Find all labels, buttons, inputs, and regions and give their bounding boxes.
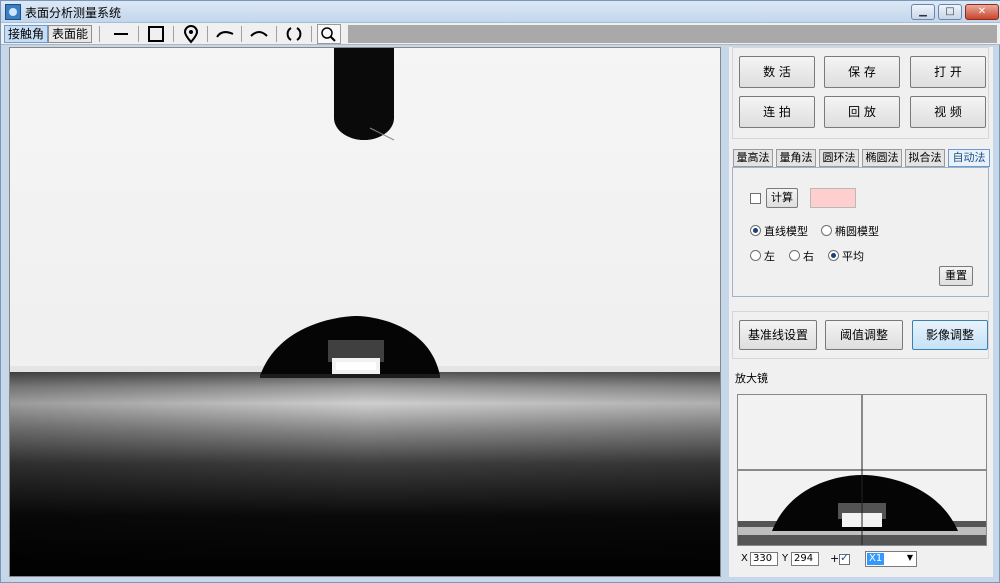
toolbar-separator — [241, 26, 242, 42]
app-window: 表面分析测量系统 ▁ □ ✕ 接触角 表面能 数 活 保 存 打 开 连 拍 回… — [0, 0, 1000, 583]
crosshair-label: + — [830, 552, 840, 565]
toolbar-spacer — [348, 25, 997, 43]
toolbar-separator — [207, 26, 208, 42]
threshold-adjust-button[interactable]: 阈值调整 — [825, 320, 903, 350]
reset-button[interactable]: 重置 — [939, 266, 973, 286]
label-right: 右 — [803, 250, 814, 263]
magnifier-label: 放大镜 — [735, 372, 768, 385]
app-icon — [5, 4, 21, 20]
tab-contact-angle[interactable]: 接触角 — [4, 25, 49, 43]
camera-view[interactable] — [9, 47, 721, 577]
tab-angle-method[interactable]: 量角法 — [776, 149, 816, 167]
minimize-button[interactable]: ▁ — [911, 4, 935, 20]
toolbar: 接触角 表面能 — [1, 23, 1000, 45]
toolbar-separator — [138, 26, 139, 42]
arc-left-icon[interactable] — [213, 24, 237, 44]
toolbar-separator — [276, 26, 277, 42]
baseline-settings-button[interactable]: 基准线设置 — [739, 320, 817, 350]
burst-capture-button[interactable]: 连 拍 — [739, 96, 815, 128]
tab-ring-method[interactable]: 圆环法 — [819, 149, 859, 167]
radio-ellipse-model[interactable] — [821, 225, 832, 236]
y-coordinate: 294 — [791, 552, 819, 566]
image-adjust-button[interactable]: 影像调整 — [912, 320, 988, 350]
line-icon[interactable] — [109, 24, 133, 44]
control-panel: 数 活 保 存 打 开 连 拍 回 放 视 频 量高法 量角法 圆环法 椭圆法 … — [729, 47, 993, 577]
droplet-image — [10, 48, 720, 576]
toolbar-separator — [311, 26, 312, 42]
action-button-group: 数 活 保 存 打 开 连 拍 回 放 视 频 — [732, 47, 989, 139]
chevron-down-icon: ▼ — [906, 553, 913, 562]
toolbar-separator — [99, 26, 100, 42]
save-button[interactable]: 保 存 — [824, 56, 900, 88]
arc-right-icon[interactable] — [247, 24, 271, 44]
adjust-button-group: 基准线设置 阈值调整 影像调整 — [732, 311, 989, 359]
y-label: Y — [782, 553, 789, 564]
open-button[interactable]: 打 开 — [910, 56, 986, 88]
radio-left[interactable] — [750, 250, 761, 261]
label-left: 左 — [764, 250, 775, 263]
label-ellipse-model: 椭圆模型 — [835, 225, 879, 238]
result-display — [810, 188, 856, 208]
window-title: 表面分析测量系统 — [25, 6, 122, 20]
toolbar-separator — [173, 26, 174, 42]
tab-height-method[interactable]: 量高法 — [733, 149, 773, 167]
title-bar: 表面分析测量系统 ▁ □ ✕ — [1, 1, 1000, 23]
video-button[interactable]: 视 频 — [910, 96, 986, 128]
zoom-selected-value: X1 — [867, 553, 885, 565]
compute-checkbox[interactable] — [750, 193, 761, 204]
label-average: 平均 — [842, 250, 864, 263]
radio-line-model[interactable] — [750, 225, 761, 236]
tab-surface-energy[interactable]: 表面能 — [48, 25, 93, 43]
x-coordinate: 330 — [750, 552, 778, 566]
magnifier-view — [737, 394, 987, 546]
magnifier-image — [738, 395, 986, 545]
zoom-icon[interactable] — [317, 24, 341, 44]
playback-button[interactable]: 回 放 — [824, 96, 900, 128]
circle-icon[interactable] — [282, 24, 306, 44]
compute-button[interactable]: 计算 — [766, 188, 798, 208]
crosshair-checkbox[interactable] — [839, 551, 850, 565]
x-label: X — [741, 553, 748, 564]
close-button[interactable]: ✕ — [965, 4, 999, 20]
tab-fit-method[interactable]: 拟合法 — [905, 149, 945, 167]
label-line-model: 直线模型 — [764, 225, 808, 238]
coordinate-bar: X 330 Y 294 + X1 ▼ — [737, 549, 933, 571]
rectangle-icon[interactable] — [144, 24, 168, 44]
auto-method-panel: 计算 直线模型 椭圆模型 左 右 平均 重置 — [732, 167, 989, 297]
activate-button[interactable]: 数 活 — [739, 56, 815, 88]
location-pin-icon[interactable] — [179, 24, 203, 44]
tab-auto-method[interactable]: 自动法 — [948, 149, 990, 167]
maximize-button[interactable]: □ — [938, 4, 962, 20]
zoom-dropdown[interactable]: X1 ▼ — [865, 551, 917, 567]
method-tabs: 量高法 量角法 圆环法 椭圆法 拟合法 自动法 — [733, 149, 991, 167]
tab-ellipse-method[interactable]: 椭圆法 — [862, 149, 902, 167]
radio-right[interactable] — [789, 250, 800, 261]
radio-average[interactable] — [828, 250, 839, 261]
